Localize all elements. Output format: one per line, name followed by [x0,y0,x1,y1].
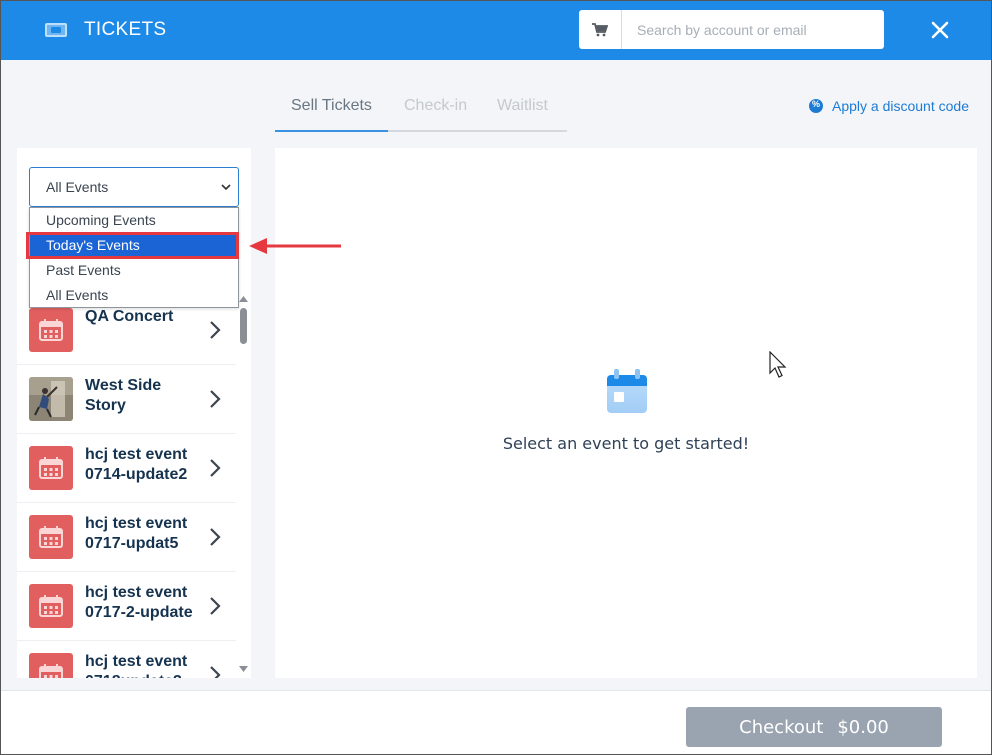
event-item-hcj-0717-2-update[interactable]: hcj test event 0717-2-update [17,572,236,641]
option-past-events[interactable]: Past Events [30,258,238,283]
chevron-right-icon [210,528,221,546]
annotation-arrow-icon [249,238,341,254]
tab-sell-tickets[interactable]: Sell Tickets [291,97,372,115]
event-filter-dropdown: Upcoming Events Today's Events Past Even… [29,207,239,308]
event-list-scrollbar[interactable] [237,296,251,678]
event-title: West Side Story [85,377,162,414]
checkout-label: Checkout [739,716,824,738]
calendar-icon [29,653,73,678]
chevron-right-icon [210,321,221,339]
event-filter-value: All Events [46,179,109,195]
event-item-hcj-0718update3[interactable]: hcj test event 0718update3 [17,641,236,678]
search-box [579,10,884,49]
event-photo [29,377,73,421]
tab-check-in[interactable]: Check-in [404,97,467,115]
tab-waitlist[interactable]: Waitlist [497,97,548,115]
checkout-total: $0.00 [837,716,889,738]
chevron-right-icon [210,666,221,678]
option-all-events[interactable]: All Events [30,283,238,308]
mouse-cursor-icon [769,351,787,378]
event-detail-panel: Select an event to get started! [275,148,977,678]
calendar-icon [29,308,73,352]
discount-label: Apply a discount code [832,98,969,114]
search-input[interactable] [622,10,884,49]
checkout-button[interactable]: Checkout $0.00 [686,707,942,747]
event-title: QA Concert [85,308,174,325]
calendar-icon [29,446,73,490]
close-icon[interactable] [926,16,954,44]
calendar-icon [29,584,73,628]
chevron-right-icon [210,390,221,408]
chevron-right-icon [210,597,221,615]
footer-bar: Checkout $0.00 [1,690,991,754]
page-title: TICKETS [84,19,167,40]
event-item-hcj-0714[interactable]: hcj test event 0714-update2 [17,434,236,503]
apply-discount-link[interactable]: Apply a discount code [809,98,969,114]
tab-bar: Sell Tickets Check-in Waitlist [275,94,567,132]
header-bar: TICKETS [1,1,991,60]
scroll-up-icon[interactable] [239,296,248,302]
tickets-window: TICKETS Sell Tickets Check-in Waitlist [0,0,992,755]
discount-icon [809,99,823,113]
cart-icon[interactable] [579,10,622,49]
event-title: hcj test event 0714-update2 [85,446,188,483]
calendar-icon [29,515,73,559]
option-todays-events[interactable]: Today's Events [30,233,238,258]
ticket-icon [45,23,67,37]
event-item-west-side-story[interactable]: West Side Story [17,365,236,434]
event-item-hcj-0717-updat5[interactable]: hcj test event 0717-updat5 [17,503,236,572]
chevron-right-icon [210,459,221,477]
calendar-icon [607,369,647,413]
event-title: hcj test event 0717-updat5 [85,515,188,552]
option-upcoming-events[interactable]: Upcoming Events [30,208,238,233]
chevron-down-icon [221,184,231,191]
scroll-down-icon[interactable] [239,666,248,672]
event-title: hcj test event 0717-2-update [85,584,193,621]
event-title: hcj test event 0718update3 [85,653,188,678]
active-tab-indicator [275,130,388,132]
scroll-thumb[interactable] [240,308,247,344]
event-filter-select[interactable]: All Events [29,167,239,207]
empty-state-message: Select an event to get started! [502,434,750,453]
